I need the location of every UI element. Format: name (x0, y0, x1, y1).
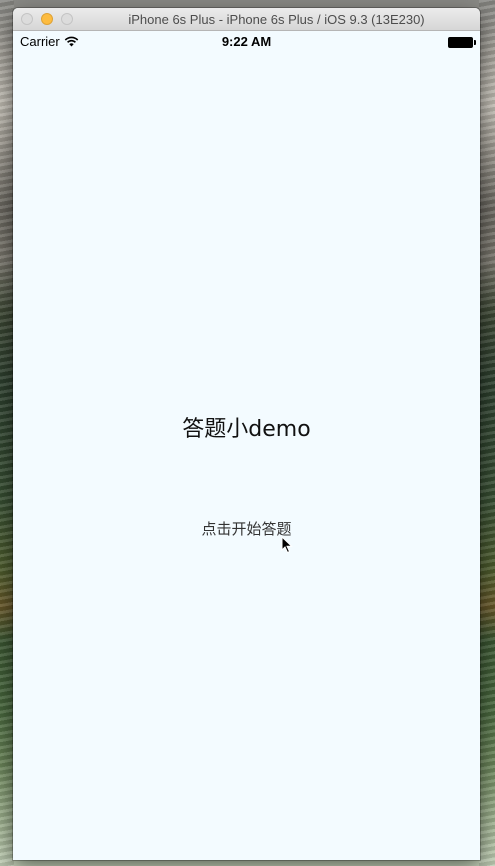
start-quiz-button[interactable]: 点击开始答题 (173, 513, 320, 543)
window-titlebar[interactable]: iPhone 6s Plus - iPhone 6s Plus / iOS 9.… (13, 8, 480, 31)
battery-icon (448, 37, 476, 48)
desktop-wallpaper-left (0, 0, 14, 866)
window-title: iPhone 6s Plus - iPhone 6s Plus / iOS 9.… (128, 11, 425, 27)
page-title: 答题小demo (182, 417, 311, 442)
app-screen: 答题小demo 点击开始答题 (13, 51, 480, 859)
mouse-cursor-icon (281, 536, 293, 554)
status-time: 9:22 AM (221, 34, 272, 49)
zoom-button[interactable] (61, 13, 73, 25)
close-button[interactable] (21, 13, 33, 25)
minimize-button[interactable] (41, 13, 53, 25)
ios-status-bar: Carrier 9:22 AM (13, 31, 480, 51)
simulator-window: iPhone 6s Plus - iPhone 6s Plus / iOS 9.… (13, 8, 480, 860)
window-controls (21, 13, 73, 25)
desktop-wallpaper-right (479, 0, 495, 866)
